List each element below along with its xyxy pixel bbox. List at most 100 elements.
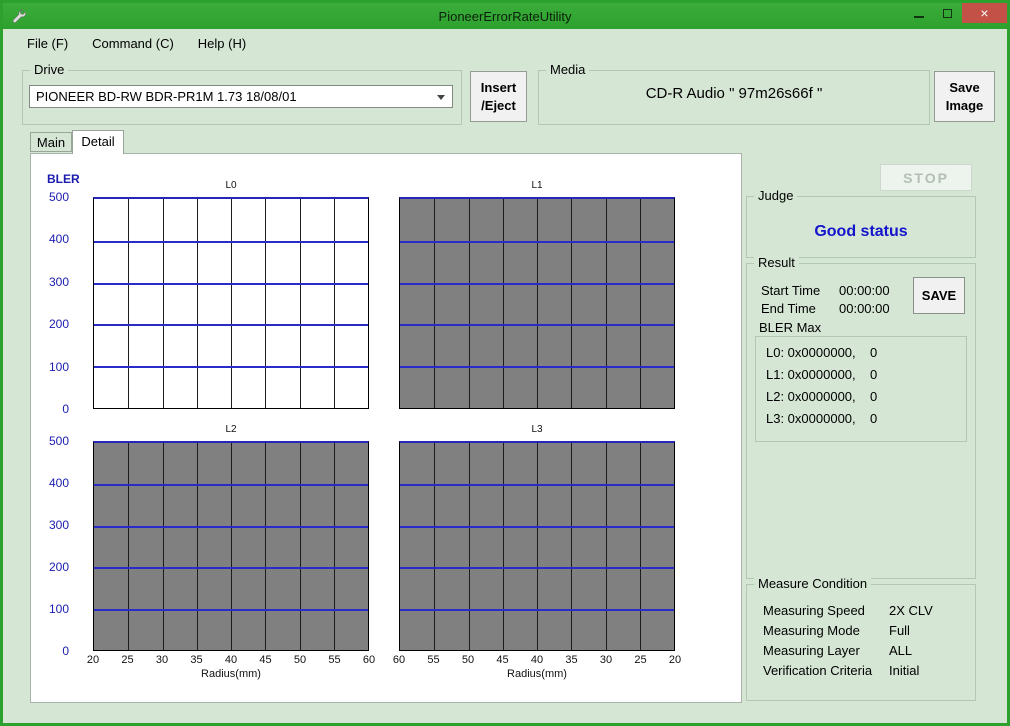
grid-hline [400, 567, 674, 569]
grid-vline [571, 443, 572, 650]
chart-plot-area [93, 197, 369, 409]
grid-vline [537, 199, 538, 408]
x-tick-label: 20 [669, 654, 681, 666]
drive-selected-value: PIONEER BD-RW BDR-PR1M 1.73 18/08/01 [36, 89, 297, 104]
chart-title: L2 [93, 424, 369, 435]
y-tick-label: 100 [49, 602, 69, 616]
bler-max-hex: L0: 0x0000000, [766, 345, 856, 360]
x-axis-title: Radius(mm) [399, 668, 675, 680]
measure-condition-value: Full [889, 623, 910, 638]
measure-condition-value: Initial [889, 663, 919, 678]
start-time-label: Start Time [761, 283, 820, 298]
save-image-label-line1: Save [949, 79, 979, 97]
end-time-value: 00:00:00 [839, 301, 890, 316]
x-tick-label: 35 [565, 654, 577, 666]
x-tick-label: 55 [427, 654, 439, 666]
x-tick-label: 25 [634, 654, 646, 666]
x-tick-label: 30 [156, 654, 168, 666]
y-tick-label: 100 [49, 360, 69, 374]
grid-hline [400, 283, 674, 285]
maximize-button[interactable] [933, 3, 962, 23]
x-axis-title: Radius(mm) [93, 668, 369, 680]
y-tick-label: 400 [49, 232, 69, 246]
bler-max-label: BLER Max [759, 320, 821, 335]
save-image-button[interactable]: Save Image [934, 71, 995, 122]
menu-help[interactable]: Help (H) [186, 32, 258, 55]
measure-condition-value: ALL [889, 643, 912, 658]
grid-hline [94, 324, 368, 326]
title-bar: PioneerErrorRateUtility × [3, 3, 1007, 29]
judge-group-label: Judge [754, 188, 797, 203]
drive-groupbox: Drive PIONEER BD-RW BDR-PR1M 1.73 18/08/… [22, 70, 462, 125]
y-tick-label: 200 [49, 317, 69, 331]
bler-max-hex: L1: 0x0000000, [766, 367, 856, 382]
menu-file[interactable]: File (F) [15, 32, 80, 55]
judge-status-text: Good status [747, 223, 975, 241]
grid-vline [640, 443, 641, 650]
media-groupbox: Media CD-R Audio " 97m26s66f " [538, 70, 930, 125]
grid-vline [265, 199, 266, 408]
grid-vline [469, 443, 470, 650]
measure-condition-label: Measuring Mode [763, 623, 860, 638]
measure-condition-value: 2X CLV [889, 603, 933, 618]
bler-max-box: L0: 0x0000000,0L1: 0x0000000,0L2: 0x0000… [755, 336, 967, 442]
app-window: PioneerErrorRateUtility × File (F) Comma… [0, 0, 1010, 726]
menu-command[interactable]: Command (C) [80, 32, 186, 55]
media-value: CD-R Audio " 97m26s66f " [539, 85, 929, 102]
chart-title: L3 [399, 424, 675, 435]
stop-button[interactable]: STOP [880, 164, 972, 191]
chevron-down-icon [437, 95, 445, 100]
chart-L0: L0 [93, 197, 369, 409]
y-axis-row1: 0100200300400500 [31, 197, 93, 409]
grid-vline [640, 199, 641, 408]
close-button[interactable]: × [962, 3, 1007, 23]
grid-hline [400, 324, 674, 326]
detail-tab-page: BLER 0100200300400500 0100200300400500 L… [30, 153, 742, 703]
judge-groupbox: Judge Good status [746, 196, 976, 258]
x-tick-label: 40 [225, 654, 237, 666]
measure-condition-label: Measuring Layer [763, 643, 860, 658]
x-tick-label: 25 [121, 654, 133, 666]
bler-axis-label: BLER [47, 172, 80, 186]
tab-main[interactable]: Main [30, 132, 72, 152]
chart-plot-area [399, 441, 675, 651]
y-tick-label: 400 [49, 476, 69, 490]
grid-vline [128, 443, 129, 650]
grid-vline [163, 199, 164, 408]
x-tick-label: 45 [259, 654, 271, 666]
minimize-button[interactable] [904, 3, 933, 23]
x-tick-label: 35 [190, 654, 202, 666]
grid-vline [606, 443, 607, 650]
grid-vline [469, 199, 470, 408]
menu-bar: File (F) Command (C) Help (H) [3, 29, 1007, 57]
end-time-label: End Time [761, 301, 816, 316]
grid-vline [571, 199, 572, 408]
chart-L2: L2202530354045505560Radius(mm) [93, 441, 369, 651]
tab-detail[interactable]: Detail [72, 130, 124, 154]
x-tick-label: 60 [393, 654, 405, 666]
grid-vline [231, 199, 232, 408]
y-tick-label: 300 [49, 518, 69, 532]
grid-vline [197, 199, 198, 408]
y-tick-label: 500 [49, 434, 69, 448]
bler-max-count: 0 [870, 367, 877, 382]
x-tick-label: 20 [87, 654, 99, 666]
x-axis-ticks: 605550454035302520 [399, 654, 675, 667]
result-groupbox: Result Start Time 00:00:00 End Time 00:0… [746, 263, 976, 579]
bler-max-hex: L2: 0x0000000, [766, 389, 856, 404]
grid-vline [434, 443, 435, 650]
window-title: PioneerErrorRateUtility [3, 9, 1007, 24]
x-tick-label: 50 [294, 654, 306, 666]
save-button[interactable]: SAVE [913, 277, 965, 314]
insert-eject-label-line2: /Eject [481, 97, 516, 115]
grid-vline [163, 443, 164, 650]
x-tick-label: 60 [363, 654, 375, 666]
insert-eject-button[interactable]: Insert /Eject [470, 71, 527, 122]
grid-vline [334, 199, 335, 408]
x-tick-label: 30 [600, 654, 612, 666]
x-axis-ticks: 202530354045505560 [93, 654, 369, 667]
window-controls: × [904, 3, 1007, 23]
drive-select[interactable]: PIONEER BD-RW BDR-PR1M 1.73 18/08/01 [29, 85, 453, 108]
x-tick-label: 55 [328, 654, 340, 666]
grid-vline [434, 199, 435, 408]
